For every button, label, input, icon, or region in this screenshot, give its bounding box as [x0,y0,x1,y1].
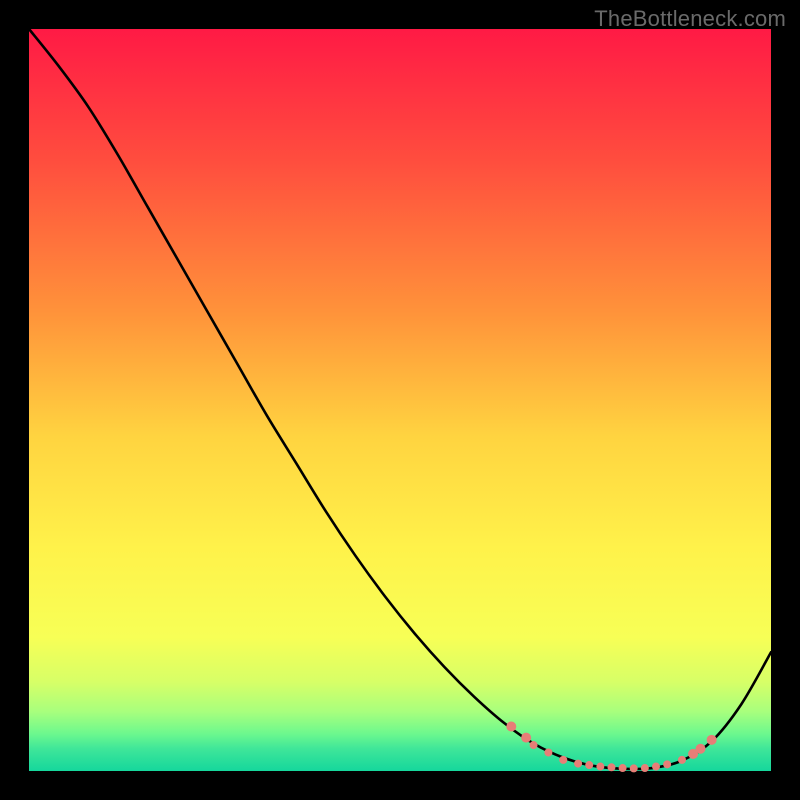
marker-dot [544,748,552,756]
marker-dot [574,760,582,768]
marker-dot [607,763,615,771]
marker-dot [530,741,538,749]
chart-stage: TheBottleneck.com [0,0,800,800]
bottleneck-curve [29,29,771,769]
marker-dot [585,761,593,769]
marker-dot [630,764,638,772]
marker-dot [663,760,671,768]
marker-dot [596,763,604,771]
marker-dot [641,764,649,772]
marker-dot [619,764,627,772]
marker-dot [652,763,660,771]
marker-dot [707,735,717,745]
curve-layer [29,29,771,771]
marker-dot [521,733,531,743]
marker-dot [696,744,706,754]
plot-area [29,29,771,771]
marker-dot [506,721,516,731]
marker-dot [559,756,567,764]
marker-dot [678,756,686,764]
